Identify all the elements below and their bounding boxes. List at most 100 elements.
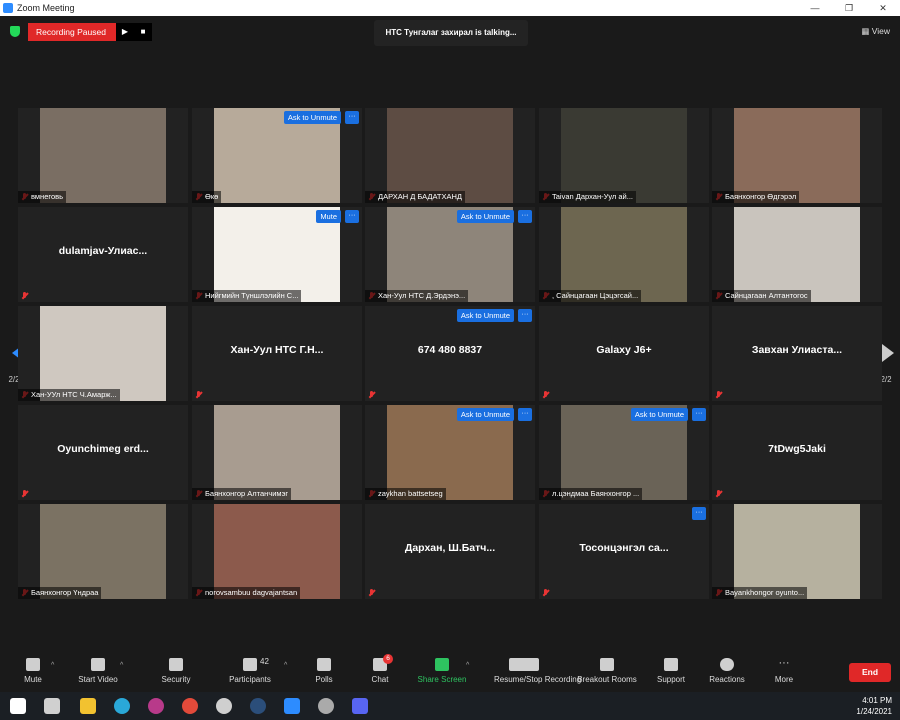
resume-stop-recording-button[interactable]: Resume/Stop Recording xyxy=(494,658,581,684)
mic-muted-icon xyxy=(715,490,722,498)
mic-muted-icon xyxy=(195,391,202,399)
participant-name-label: Bayankhongor oyunto... xyxy=(712,587,808,599)
audio-options-caret[interactable]: ^ xyxy=(51,662,54,669)
participant-more-button[interactable]: ··· xyxy=(692,507,706,520)
participant-tile[interactable]: norovsambuu dagvajantsan xyxy=(192,504,362,599)
security-button[interactable]: Security xyxy=(146,658,206,684)
participant-tile[interactable]: 674 480 8837 ··· Ask to Unmute xyxy=(365,306,535,401)
participant-more-button[interactable]: ··· xyxy=(345,210,359,223)
participant-tile[interactable]: Завхан Улиаста... xyxy=(712,306,882,401)
participant-tile[interactable]: dulamjav-Улиас... xyxy=(18,207,188,302)
chat-badge: 6 xyxy=(383,654,393,664)
encryption-shield-icon[interactable] xyxy=(10,26,20,37)
participant-more-button[interactable]: ··· xyxy=(345,111,359,124)
video-options-caret[interactable]: ^ xyxy=(120,662,123,669)
participant-tile[interactable]: Өкө ··· Ask to Unmute xyxy=(192,108,362,203)
participant-tile[interactable]: Galaxy J6+ xyxy=(539,306,709,401)
mic-muted-icon xyxy=(715,391,722,399)
share-screen-button[interactable]: Share Screen xyxy=(412,658,472,684)
arrow-right-icon xyxy=(882,344,894,362)
edge-icon[interactable] xyxy=(114,698,130,714)
participant-tile[interactable]: ДАРХАН Д БАДАТХАНД xyxy=(365,108,535,203)
messenger-icon[interactable] xyxy=(148,698,164,714)
app-icon[interactable] xyxy=(318,698,334,714)
participant-more-button[interactable]: ··· xyxy=(518,408,532,421)
participant-tile[interactable]: zaykhan battsetseg ··· Ask to Unmute xyxy=(365,405,535,500)
breakout-rooms-icon xyxy=(600,658,614,671)
ask-to-unmute-button[interactable]: Ask to Unmute xyxy=(456,210,514,223)
participant-display-name: Дархан, Ш.Батч... xyxy=(404,542,496,554)
support-button[interactable]: Support xyxy=(641,658,701,684)
participant-tile[interactable]: Нийгмийн Түншлэлийн С... ··· Mute xyxy=(192,207,362,302)
share-options-caret[interactable]: ^ xyxy=(466,662,469,669)
close-icon[interactable]: ✕ xyxy=(866,0,900,16)
participant-tile[interactable]: Bayankhongor oyunto... xyxy=(712,504,882,599)
support-label: Support xyxy=(656,675,686,684)
participant-tile[interactable]: Дархан, Ш.Батч... xyxy=(365,504,535,599)
mic-muted-icon xyxy=(21,292,28,300)
mute-participant-button[interactable]: Mute xyxy=(316,210,341,223)
end-meeting-button[interactable]: End xyxy=(849,663,891,682)
ask-to-unmute-button[interactable]: Ask to Unmute xyxy=(283,111,341,124)
participant-name-label: Нийгмийн Түншлэлийн С... xyxy=(192,290,302,302)
participant-tile[interactable]: вмнеговь xyxy=(18,108,188,203)
reactions-button[interactable]: Reactions xyxy=(697,658,757,684)
participant-name-label: вмнеговь xyxy=(18,191,67,203)
participant-tile[interactable]: Тосонцэнгэл са... ··· xyxy=(539,504,709,599)
participant-tile[interactable]: Taivan Дархан-Уул ай... xyxy=(539,108,709,203)
meeting-topbar: Recording Paused ▶ ■ НТС Тунгалаг захира… xyxy=(0,16,900,52)
microphone-icon xyxy=(26,658,40,671)
start-video-label: Start Video xyxy=(78,675,118,684)
participant-video xyxy=(40,108,166,203)
zoom-logo-icon xyxy=(3,3,13,13)
participant-tile[interactable]: Хан-Уул НТС Г.Н... xyxy=(192,306,362,401)
mic-muted-icon xyxy=(368,391,375,399)
participant-tile[interactable]: Хан-Уул НТС Д.Эрдэнэ... ··· Ask to Unmute xyxy=(365,207,535,302)
participant-tile[interactable]: Баянхонгор Өдгэрэл xyxy=(712,108,882,203)
windows-start-icon[interactable] xyxy=(10,698,26,714)
chrome-icon[interactable] xyxy=(182,698,198,714)
ask-to-unmute-button[interactable]: Ask to Unmute xyxy=(456,309,514,322)
participant-tile[interactable]: Сайнцагаан Алтантогос xyxy=(712,207,882,302)
chat-icon: 6 xyxy=(373,654,393,671)
participant-tile[interactable]: Баянхонгор Үндраа xyxy=(18,504,188,599)
task-view-icon[interactable] xyxy=(44,698,60,714)
participant-tile[interactable]: , Сайнцагаан Цэцэгсай... xyxy=(539,207,709,302)
participant-tile[interactable]: Хан-УУл НТС Ч.Амарж... xyxy=(18,306,188,401)
breakout-rooms-button[interactable]: Breakout Rooms xyxy=(577,658,637,684)
more-button[interactable]: ··· More xyxy=(754,658,814,685)
participant-tile[interactable]: 7tDwg5Jaki xyxy=(712,405,882,500)
clock-app-icon[interactable] xyxy=(216,698,232,714)
file-explorer-icon[interactable] xyxy=(80,698,96,714)
view-button[interactable]: ▦ View xyxy=(861,26,890,37)
participant-name-label: ДАРХАН Д БАДАТХАНД xyxy=(365,191,466,203)
participant-video xyxy=(561,207,687,302)
discord-icon[interactable] xyxy=(352,698,368,714)
system-clock[interactable]: 4:01 PM 1/24/2021 xyxy=(856,695,892,717)
participants-options-caret[interactable]: ^ xyxy=(284,662,287,669)
ask-to-unmute-button[interactable]: Ask to Unmute xyxy=(456,408,514,421)
minimize-icon[interactable]: — xyxy=(798,0,832,16)
participants-button[interactable]: 42 Participants xyxy=(220,657,280,684)
participant-name-label: л.цэндмаа Баянхонгор ... xyxy=(539,488,643,500)
start-video-button[interactable]: Start Video xyxy=(68,658,128,684)
participant-more-button[interactable]: ··· xyxy=(518,309,532,322)
participant-tile[interactable]: л.цэндмаа Баянхонгор ... ··· Ask to Unmute xyxy=(539,405,709,500)
window-titlebar: Zoom Meeting — ❐ ✕ xyxy=(0,0,900,16)
participant-tile[interactable]: Oyunchimeg erd... xyxy=(18,405,188,500)
more-label: More xyxy=(774,675,794,684)
zoom-taskbar-icon[interactable] xyxy=(284,698,300,714)
chat-button[interactable]: 6 Chat xyxy=(350,654,410,684)
maximize-icon[interactable]: ❐ xyxy=(832,0,866,16)
participant-more-button[interactable]: ··· xyxy=(692,408,706,421)
resume-recording-button[interactable]: ▶ xyxy=(116,23,134,41)
polls-button[interactable]: Polls xyxy=(294,658,354,684)
clock-time: 4:01 PM xyxy=(862,696,892,705)
participant-tile[interactable]: Баянхонгор Алтанчимэг xyxy=(192,405,362,500)
participant-video xyxy=(40,504,166,599)
ask-to-unmute-button[interactable]: Ask to Unmute xyxy=(630,408,688,421)
steam-icon[interactable] xyxy=(250,698,266,714)
participant-video xyxy=(561,108,687,203)
participant-more-button[interactable]: ··· xyxy=(518,210,532,223)
stop-recording-button[interactable]: ■ xyxy=(134,23,152,41)
